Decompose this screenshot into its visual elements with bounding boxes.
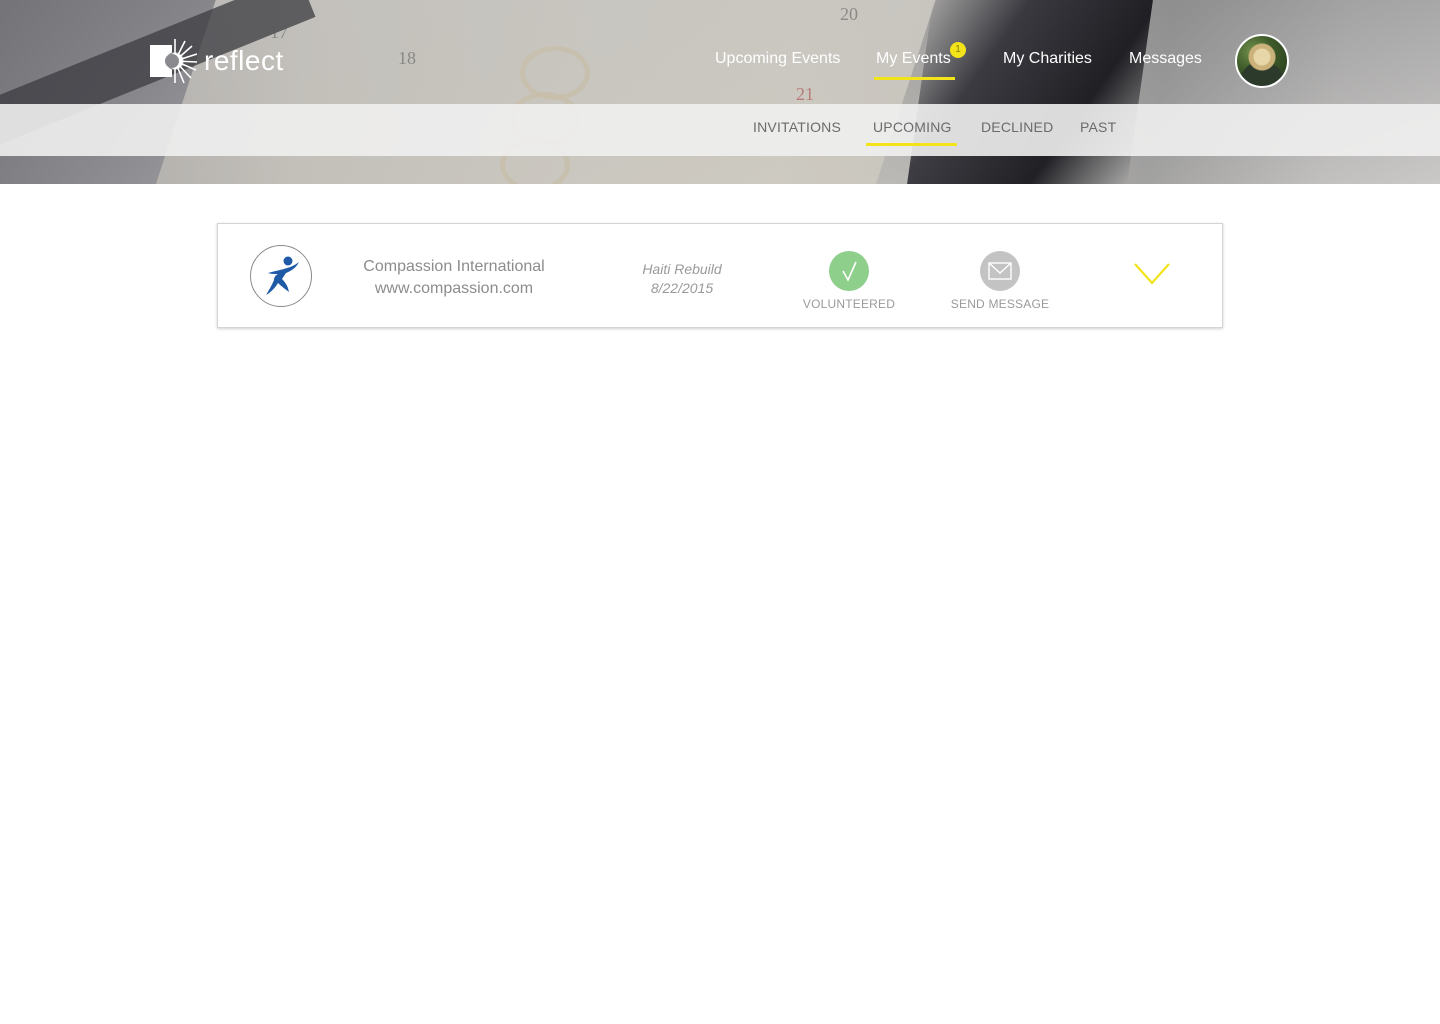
brand-name: reflect [204,45,284,76]
nav-my-events[interactable]: My Events [874,50,955,80]
charity-name[interactable]: Compassion International [344,258,564,276]
tab-past[interactable]: PAST [1080,119,1116,135]
brand-logo[interactable]: reflect [150,38,284,84]
nav-upcoming-events[interactable]: Upcoming Events [715,50,840,68]
charity-logo [250,245,312,307]
notification-badge: 1 [950,42,966,58]
planner-date-decor: 20 [840,4,858,24]
envelope-icon [988,262,1012,280]
subnav-bar: INVITATIONS UPCOMING DECLINED PAST [0,104,1440,156]
tab-declined[interactable]: DECLINED [981,119,1053,135]
charity-website[interactable]: www.compassion.com [344,280,564,298]
header-background: 17 18 20 21 [0,0,1440,184]
nav-messages[interactable]: Messages [1129,50,1202,68]
planner-date-decor: 21 [796,84,814,104]
checkmark-icon [842,261,857,282]
nav-my-charities[interactable]: My Charities [1003,50,1092,68]
expand-button[interactable] [1133,260,1171,286]
event-date: 8/22/2015 [650,280,714,296]
send-message-button[interactable] [980,251,1020,291]
send-message-label[interactable]: SEND MESSAGE [940,297,1060,311]
chevron-down-icon [1134,263,1170,285]
user-avatar[interactable] [1235,34,1289,88]
binder-ring [520,46,590,100]
event-name: Haiti Rebuild [642,261,722,277]
pen-image [907,0,1153,184]
volunteered-status [829,251,869,291]
volunteered-label: VOLUNTEERED [802,297,896,311]
tab-upcoming[interactable]: UPCOMING [866,119,957,146]
compassion-figure-icon [266,256,299,295]
planner-date-decor: 18 [398,48,416,68]
event-card: Compassion International www.compassion.… [217,223,1223,328]
logo-icon [150,38,198,84]
tab-invitations[interactable]: INVITATIONS [753,119,841,135]
